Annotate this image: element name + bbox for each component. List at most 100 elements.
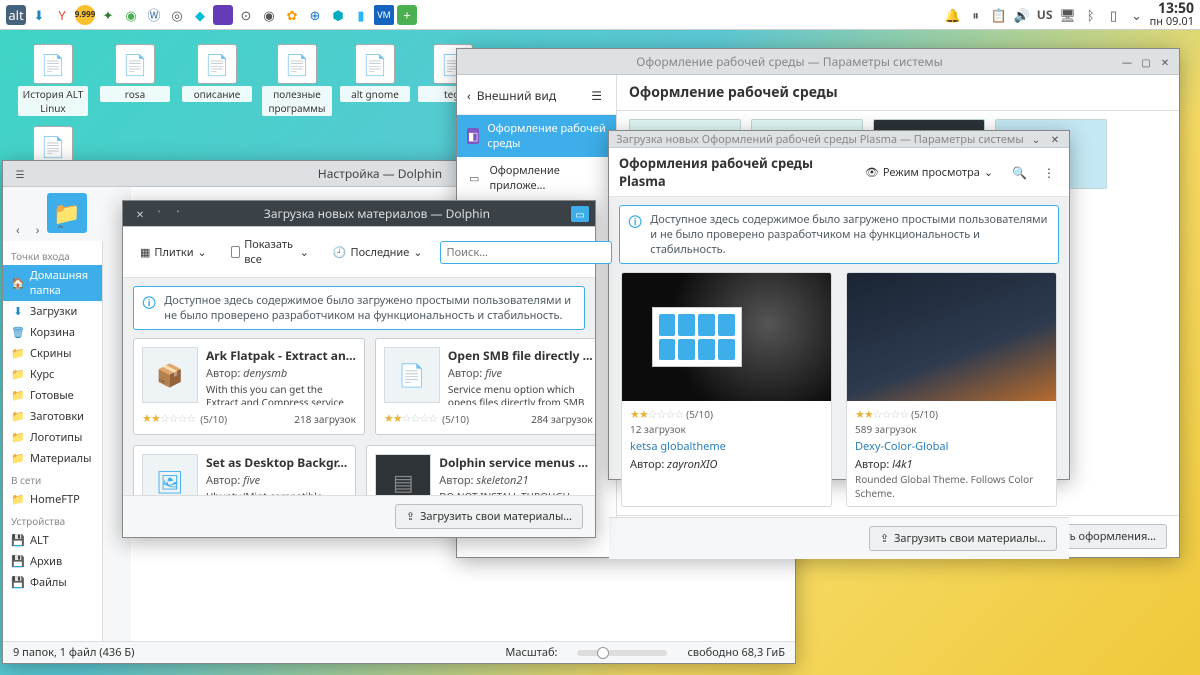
- status-info: 9 папок, 1 файл (436 Б): [13, 645, 134, 660]
- thumb-icon: 📄: [384, 347, 440, 403]
- chevron-up-icon[interactable]: ˄: [151, 206, 167, 222]
- close-icon[interactable]: ✕: [1157, 54, 1173, 70]
- desktop-icon[interactable]: 📄полезные программы: [262, 44, 332, 116]
- lang-indicator[interactable]: US: [1035, 5, 1055, 25]
- minimize-icon[interactable]: ⌄: [1028, 131, 1044, 147]
- volume-icon[interactable]: 🔊: [1012, 5, 1032, 25]
- info-banner: 🛈 Доступное здесь содержимое было загруж…: [619, 205, 1059, 264]
- minimize-icon[interactable]: —: [1119, 54, 1135, 70]
- download-icon[interactable]: ⬇: [29, 5, 49, 25]
- vk-icon[interactable]: Ⓦ: [144, 5, 164, 25]
- badge-icon[interactable]: 9.999: [75, 5, 95, 25]
- desktop-icon[interactable]: 📄alt gnome: [340, 44, 410, 102]
- theme-card[interactable]: ★★☆☆☆☆ (5/10) 12 загрузок ketsa globalth…: [621, 272, 832, 507]
- sidebar-item-materials[interactable]: 📁Материалы: [3, 448, 102, 469]
- circle-icon[interactable]: ◉: [121, 5, 141, 25]
- store-toolbar: ▦Плитки⌄ Показать все⌄ 🕘Последние⌄: [123, 227, 595, 278]
- theme-card[interactable]: ★★☆☆☆☆ (5/10) 589 загрузок Dexy-Color-Gl…: [846, 272, 1057, 507]
- chevron-down-icon[interactable]: ⌄: [1127, 5, 1147, 25]
- sidebar-item-course[interactable]: 📁Курс: [3, 364, 102, 385]
- theme-link[interactable]: ketsa globaltheme: [630, 439, 726, 454]
- top-panel: alt ⬇ Y 9.999 ✦ ◉ Ⓦ ◎ ◆ ⊙ ◉ ✿ ⊕ ⬢ ▮ VM +…: [0, 0, 1200, 30]
- sidebar-item-files[interactable]: 💾Файлы: [3, 572, 102, 593]
- qbit-icon[interactable]: ⊕: [305, 5, 325, 25]
- bell-icon[interactable]: 🔔: [943, 5, 963, 25]
- app-icon-4[interactable]: ✿: [282, 5, 302, 25]
- addon-card[interactable]: 📦 Ark Flatpak - Extract an... Автор: den…: [133, 338, 365, 435]
- more-icon[interactable]: ⋮: [1039, 162, 1059, 183]
- theme-link[interactable]: Dexy-Color-Global: [855, 439, 948, 454]
- chevron-down-icon[interactable]: ˅: [170, 206, 186, 222]
- titlebar[interactable]: Оформление рабочей среды — Параметры сис…: [457, 49, 1179, 75]
- close-icon[interactable]: ✕: [132, 206, 148, 222]
- addon-card[interactable]: ▤ Dolphin service menus ... Автор: skele…: [366, 445, 595, 495]
- display-icon[interactable]: 🖥: [1058, 5, 1078, 25]
- settings-item-theme[interactable]: ◧Оформление рабочей среды: [457, 115, 616, 157]
- app-icon-5[interactable]: ⬢: [328, 5, 348, 25]
- info-icon: 🛈: [142, 293, 156, 323]
- chevron-down-icon: ⌄: [198, 245, 207, 260]
- sidebar-item-logos[interactable]: 📁Логотипы: [3, 427, 102, 448]
- kodi-icon[interactable]: ✦: [98, 5, 118, 25]
- app-icon-1[interactable]: ◆: [190, 5, 210, 25]
- menu-icon[interactable]: ☰: [587, 85, 606, 106]
- dolphin-store-window: ✕ ˄ ˅ Загрузка новых материалов — Dolphi…: [122, 200, 596, 538]
- telegram-icon[interactable]: ▮: [351, 5, 371, 25]
- store-heading: Оформления рабочей среды Plasma: [619, 154, 850, 190]
- media-icon[interactable]: ⏸: [966, 5, 986, 25]
- chevron-down-icon: ⌄: [300, 245, 309, 260]
- up-icon[interactable]: ⌃: [50, 219, 70, 240]
- theme-grid: ★★☆☆☆☆ (5/10) 12 загрузок ketsa globalth…: [609, 272, 1069, 517]
- desktop-icon[interactable]: 📄описание: [182, 44, 252, 102]
- browser-icon[interactable]: Y: [52, 5, 72, 25]
- vm-icon[interactable]: VM: [374, 5, 394, 25]
- zoom-label: Масштаб:: [505, 645, 557, 660]
- settings-item-appstyle[interactable]: ▭Оформление приложе...: [457, 157, 616, 199]
- clock[interactable]: 13:50 пн 09.01: [1150, 1, 1194, 28]
- back-icon[interactable]: ‹: [11, 219, 25, 240]
- chevron-left-icon[interactable]: ‹: [467, 87, 471, 104]
- clock-icon: 🕘: [333, 245, 347, 260]
- sidebar-item-homeftp[interactable]: 📁HomeFTP: [3, 489, 102, 510]
- sidebar-item-prep[interactable]: 📁Заготовки: [3, 406, 102, 427]
- addon-card[interactable]: 📄 Open SMB file directly ... Автор: five…: [375, 338, 595, 435]
- battery-icon[interactable]: ▯: [1104, 5, 1124, 25]
- page-title: Оформление рабочей среды: [617, 75, 1179, 111]
- sidebar-item-archive[interactable]: 💾Архив: [3, 551, 102, 572]
- sidebar-item-downloads[interactable]: ⬇Загрузки: [3, 301, 102, 322]
- sidebar-item-ready[interactable]: 📁Готовые: [3, 385, 102, 406]
- app-icon-3[interactable]: ◉: [259, 5, 279, 25]
- clipboard-icon[interactable]: 📋: [989, 5, 1009, 25]
- titlebar[interactable]: Загрузка новых Оформлений рабочей среды …: [609, 131, 1069, 148]
- search-icon[interactable]: 🔍: [1008, 162, 1031, 183]
- zoom-slider[interactable]: [577, 650, 667, 656]
- steam-icon[interactable]: ⊙: [236, 5, 256, 25]
- desktop-icon[interactable]: 📄rosa: [100, 44, 170, 102]
- close-icon[interactable]: ✕: [1047, 131, 1063, 147]
- app-icon-2[interactable]: [213, 5, 233, 25]
- view-mode-button[interactable]: 👁Режим просмотра⌄: [858, 161, 1000, 184]
- fwd-icon[interactable]: ›: [31, 219, 45, 240]
- desktop-icon[interactable]: 📄История ALT Linux: [18, 44, 88, 116]
- upload-own-button[interactable]: ⇪Загрузить свои материалы…: [869, 526, 1057, 551]
- sidebar-item-screens[interactable]: 📁Скрины: [3, 343, 102, 364]
- app-launcher-icon[interactable]: alt: [6, 5, 26, 25]
- recent-button[interactable]: 🕘Последние⌄: [326, 241, 430, 264]
- restore-icon[interactable]: ▭: [571, 206, 589, 222]
- upload-icon: ⇪: [406, 509, 415, 524]
- addon-card[interactable]: 🖼 Set as Desktop Backgr... Автор: five U…: [133, 445, 356, 495]
- search-input[interactable]: [440, 241, 612, 264]
- sidebar-item-home[interactable]: 🏠Домашняя папка: [3, 265, 102, 301]
- sidebar-item-alt[interactable]: 💾ALT: [3, 530, 102, 551]
- sidebar-item-trash[interactable]: 🗑Корзина: [3, 322, 102, 343]
- maximize-icon[interactable]: ▢: [1138, 54, 1154, 70]
- showall-button[interactable]: Показать все⌄: [224, 233, 316, 271]
- status-bar: 9 папок, 1 файл (436 Б) Масштаб: свободн…: [3, 641, 795, 663]
- add-app-icon[interactable]: +: [397, 5, 417, 25]
- titlebar[interactable]: ✕ ˄ ˅ Загрузка новых материалов — Dolphi…: [123, 201, 595, 227]
- upload-own-button[interactable]: ⇪Загрузить свои материалы…: [395, 504, 583, 529]
- obs-icon[interactable]: ◎: [167, 5, 187, 25]
- tiles-button[interactable]: ▦Плитки⌄: [133, 241, 214, 264]
- menu-icon[interactable]: ☰: [12, 166, 28, 182]
- bluetooth-icon[interactable]: ᛒ: [1081, 5, 1101, 25]
